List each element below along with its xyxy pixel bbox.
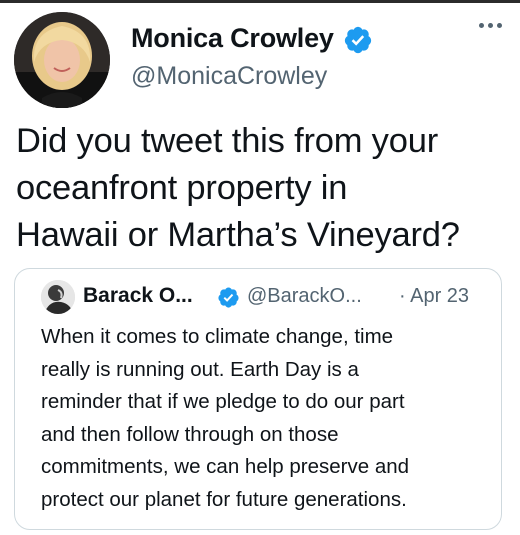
quoted-date[interactable]: · Apr 23 [399,285,469,308]
quoted-author-handle[interactable]: @BarackO... [247,285,362,308]
tweet-text-line: oceanfront property in [16,169,348,207]
top-divider [0,0,520,3]
quoted-tweet-card[interactable]: Barack O... @BarackO... · Apr 23 When it… [14,268,502,530]
tweet-text-line: Did you tweet this from your [16,122,438,160]
quoted-text-line: When it comes to climate change, time [41,325,394,348]
quoted-text-line: protect our planet for future generation… [41,487,407,511]
quoted-text-line: reminder that if we pledge to do our par… [41,390,405,413]
quoted-text-line: really is running out. Earth Day is a [41,357,359,381]
quoted-author-avatar[interactable] [41,280,75,314]
author-handle[interactable]: @MonicaCrowley [131,62,327,91]
author-avatar[interactable] [14,12,110,108]
more-horizontal-icon[interactable] [479,18,509,32]
author-name[interactable]: Monica Crowley [131,23,334,54]
quoted-verified-badge-icon [218,287,239,308]
tweet-text: Did you tweet this from your oceanfront … [16,118,511,259]
quoted-tweet-text: When it comes to climate change, time re… [41,321,496,516]
quoted-text-line: and then follow through on those [41,422,339,446]
quoted-author-name[interactable]: Barack O... [83,284,193,308]
quoted-text-line: commitments, we can help preserve and [41,455,410,478]
verified-badge-icon [344,26,372,54]
tweet-text-line: Hawaii or Martha’s Vineyard? [16,216,460,254]
tweet-screenshot: Monica Crowley @MonicaCrowley Did you tw… [0,0,520,535]
